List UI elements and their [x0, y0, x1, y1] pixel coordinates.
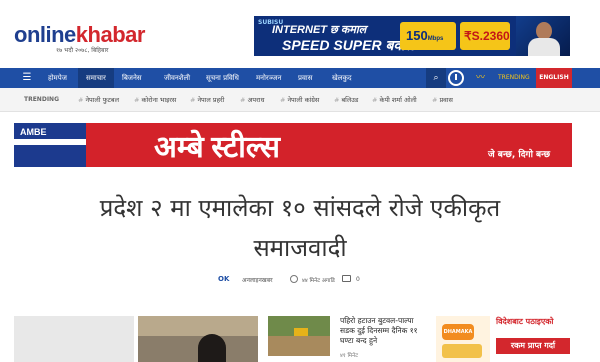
- nav-item-home[interactable]: होमपेज: [40, 68, 75, 88]
- trend-item[interactable]: नेपाली कांग्रेस: [280, 88, 319, 112]
- trend-item[interactable]: कोरोना भाइरस: [134, 88, 176, 112]
- header-ad-banner[interactable]: SUBISU INTERNET छ कमाल SPEED SUPER बवाल …: [254, 16, 570, 56]
- trending-label: TRENDING: [24, 96, 59, 103]
- nav-trending[interactable]: TRENDING: [498, 68, 530, 88]
- article-author[interactable]: अनलाइनखबर: [242, 276, 273, 284]
- nav-item-diaspora[interactable]: प्रवास: [290, 68, 320, 88]
- promo-image[interactable]: DHAMAKA: [436, 316, 490, 362]
- banner-title: अम्बे स्टील्स: [154, 131, 281, 164]
- article-time: ४४ मिनेट अगाडि: [302, 278, 335, 284]
- english-button[interactable]: ENGLISH: [536, 68, 572, 88]
- trending-bar: TRENDING नेपाली फुटबल कोरोना भाइरस नेपाल…: [0, 88, 600, 112]
- nav-item-lifestyle[interactable]: जीवनशैली: [156, 68, 198, 88]
- trending-icon: 〰: [476, 73, 486, 83]
- ambe-steels-banner[interactable]: AMBE अम्बे स्टील्स जे बन्छ, दिगो बन्छ: [14, 123, 572, 167]
- banner-tagline: जे बन्छ, दिगो बन्छ: [488, 150, 551, 160]
- promo-title[interactable]: विदेशबाट पठाइएको: [496, 316, 586, 327]
- trend-item[interactable]: अपराध: [240, 88, 264, 112]
- menu-icon[interactable]: ☰: [14, 68, 40, 88]
- main-nav: ☰ होमपेज समाचार बिजनेस जीवनशैली सूचना प्…: [0, 68, 600, 88]
- ad-person-image: [516, 16, 570, 56]
- ad-speed: 150Mbps: [400, 22, 456, 50]
- author-logo-icon: OK: [218, 275, 230, 283]
- nav-item-tech[interactable]: सूचना प्रविधि: [198, 68, 247, 88]
- comment-icon[interactable]: [342, 275, 351, 282]
- site-logo[interactable]: onlinekhabar: [14, 22, 145, 48]
- header-date: १७ भदौ २०७८, बिहिबार: [56, 47, 109, 54]
- time-clock-icon: [290, 275, 298, 283]
- ad-line2: SPEED SUPER बवाल: [282, 37, 415, 53]
- story-title[interactable]: पहिरो हटाउन बुटवल-पाल्पा सडक दुई दिनसम्म…: [340, 316, 424, 346]
- comment-count[interactable]: 0: [356, 276, 360, 283]
- site-header: onlinekhabar १७ भदौ २०७८, बिहिबार SUBISU…: [0, 0, 600, 68]
- search-icon[interactable]: ⌕: [426, 68, 446, 88]
- card-image[interactable]: [14, 316, 134, 362]
- ambe-logo: AMBE: [14, 123, 86, 167]
- trend-item[interactable]: नेपाल प्रहरी: [190, 88, 224, 112]
- ad-line1: INTERNET छ कमाल: [272, 24, 367, 36]
- nav-item-sports[interactable]: खेलकुद: [324, 68, 360, 88]
- nav-item-news[interactable]: समाचार: [78, 68, 114, 88]
- trend-item[interactable]: केपी शर्मा ओली: [372, 88, 416, 112]
- promo-box[interactable]: रकम प्राप्त गर्दा: [496, 338, 570, 354]
- card-image-person[interactable]: [138, 316, 258, 362]
- article-headline: प्रदेश २ मा एमालेका १० सांसदले रोजे एकीक…: [99, 194, 501, 262]
- trend-item[interactable]: नेपाली फुटबल: [78, 88, 119, 112]
- clock-icon[interactable]: [448, 70, 464, 86]
- nav-item-entertainment[interactable]: मनोरञ्जन: [248, 68, 289, 88]
- nav-item-business[interactable]: बिजनेस: [114, 68, 150, 88]
- story-time: ४१ मिनेट: [340, 353, 359, 359]
- card-image-landslide[interactable]: [268, 316, 330, 356]
- ad-price: ₹S.2360: [460, 22, 510, 50]
- trend-item[interactable]: प्रवास: [432, 88, 452, 112]
- trend-item[interactable]: बलिउड: [334, 88, 358, 112]
